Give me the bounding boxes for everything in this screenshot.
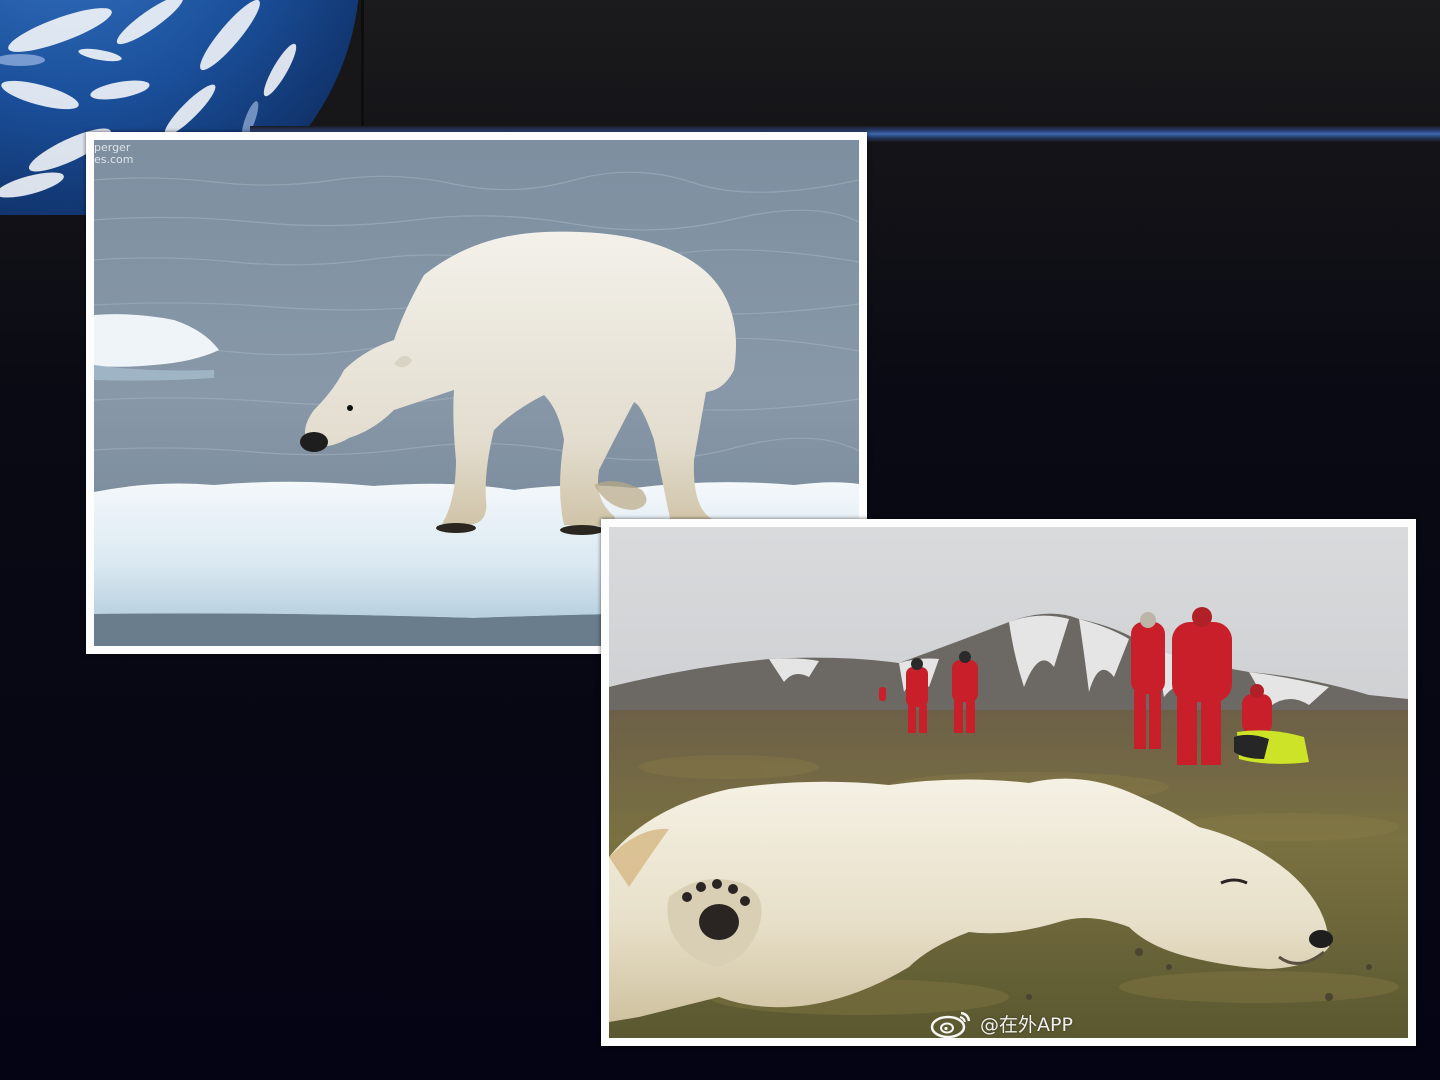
- photo-watermark: perger es.com: [94, 141, 134, 166]
- photo-polar-bear-on-tundra: [601, 519, 1416, 1046]
- photo-image: [609, 527, 1408, 1038]
- slide: perger es.com @在外APP: [0, 0, 1440, 1080]
- watermark-text: @在外APP: [980, 1013, 1073, 1036]
- weibo-icon: [930, 1011, 971, 1039]
- photo-watermark-weibo: @在外APP: [930, 1007, 1073, 1039]
- vertical-divider-line: [361, 0, 364, 132]
